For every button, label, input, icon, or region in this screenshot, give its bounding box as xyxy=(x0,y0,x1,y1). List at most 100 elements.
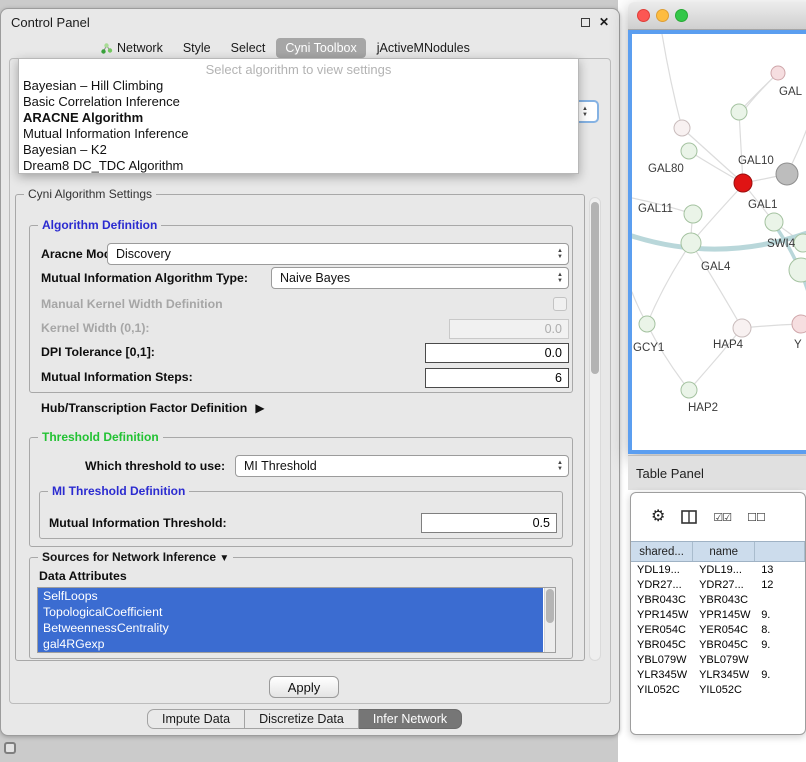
zoom-traffic-light-icon[interactable] xyxy=(675,9,688,22)
cp-tab-bar: Network Style SelectCyni ToolboxjActiveMNo… xyxy=(91,37,479,59)
tab-label: Style xyxy=(183,38,211,58)
control-panel-titlebar: Control Panel ✕ xyxy=(1,9,619,35)
apply-button[interactable]: Apply xyxy=(269,676,339,698)
table-cell: 9. xyxy=(755,639,805,651)
graph-node[interactable] xyxy=(771,66,785,80)
select-all-icon[interactable]: ☑☑ xyxy=(713,511,731,524)
graph-node[interactable] xyxy=(639,316,655,332)
table-cell: YBL079W xyxy=(631,654,693,666)
tab-infer-network[interactable]: Infer Network xyxy=(359,709,462,729)
table-cell: 9. xyxy=(755,669,805,681)
column-header[interactable] xyxy=(755,542,805,561)
algorithm-option[interactable]: Bayesian – K2 xyxy=(19,142,578,158)
aracne-mode-value: Discovery xyxy=(116,247,171,261)
algorithm-option[interactable]: Bayesian – Hill Climbing xyxy=(19,78,578,94)
scrollbar-thumb[interactable] xyxy=(546,589,554,623)
mi-steps-input[interactable] xyxy=(425,368,569,388)
network-view-window: GALGAL80GAL10GAL11GAL1SWI4GAL4GCY1HAP4YH… xyxy=(628,2,806,454)
minimize-traffic-light-icon[interactable] xyxy=(656,9,669,22)
hub-section-label: Hub/Transcription Factor Definition xyxy=(41,401,247,415)
which-threshold-select[interactable]: MI Threshold ▲▼ xyxy=(235,455,569,477)
table-row[interactable]: YLR345WYLR345W9. xyxy=(631,667,805,682)
dropdown-items: Bayesian – Hill ClimbingBasic Correlatio… xyxy=(19,78,578,174)
column-header[interactable]: name xyxy=(693,542,755,561)
graph-node[interactable] xyxy=(792,315,806,333)
mi-threshold-legend: MI Threshold Definition xyxy=(48,484,189,498)
gear-icon[interactable]: ⚙ xyxy=(651,509,665,525)
table-cell: YDL19... xyxy=(631,564,693,576)
dropdown-placeholder: Select algorithm to view settings xyxy=(19,61,578,78)
cyni-settings-legend: Cyni Algorithm Settings xyxy=(24,187,156,201)
mi-threshold-label: Mutual Information Threshold: xyxy=(49,516,227,530)
algorithm-option[interactable]: Basic Correlation Inference xyxy=(19,94,578,110)
tab-jactivemnodules[interactable]: jActiveMNodules xyxy=(368,38,479,58)
table-row[interactable]: YPR145WYPR145W9. xyxy=(631,607,805,622)
attribute-list-item[interactable]: BetweennessCentrality xyxy=(38,620,543,636)
graph-node[interactable] xyxy=(674,120,690,136)
tab-select[interactable]: Select xyxy=(222,38,275,58)
graph-node[interactable] xyxy=(734,174,752,192)
table-cell: YER054C xyxy=(693,624,755,636)
attribute-list-item[interactable]: SelfLoops xyxy=(38,588,543,604)
table-cell: YDL19... xyxy=(693,564,755,576)
graph-edge xyxy=(662,34,682,128)
graph-node[interactable] xyxy=(684,205,702,223)
graph-edge xyxy=(647,324,689,390)
algorithm-definition-legend: Algorithm Definition xyxy=(38,218,161,232)
column-header[interactable]: shared... xyxy=(631,542,693,561)
dpi-tolerance-input[interactable] xyxy=(425,343,569,363)
node-label: GAL10 xyxy=(738,155,774,167)
graph-node[interactable] xyxy=(731,104,747,120)
mi-threshold-input[interactable] xyxy=(421,513,557,533)
table-row[interactable]: YIL052CYIL052C xyxy=(631,682,805,697)
which-threshold-value: MI Threshold xyxy=(244,459,317,473)
kernel-width-input[interactable] xyxy=(449,319,569,339)
panel-title: Control Panel xyxy=(11,15,90,30)
deselect-all-icon[interactable]: ☐☐ xyxy=(747,511,765,524)
sources-legend[interactable]: Sources for Network Inference ▼ xyxy=(38,550,233,564)
graph-node[interactable] xyxy=(789,258,806,282)
algorithm-option[interactable]: ARACNE Algorithm xyxy=(19,110,578,126)
graph-node[interactable] xyxy=(765,213,783,231)
table-row[interactable]: YBL079WYBL079W xyxy=(631,652,805,667)
tab-cyni-toolbox[interactable]: Cyni Toolbox xyxy=(276,38,365,58)
manual-kernel-checkbox[interactable] xyxy=(553,297,567,311)
close-traffic-light-icon[interactable] xyxy=(637,9,650,22)
panel-toggle-icon[interactable] xyxy=(4,742,16,754)
network-canvas[interactable]: GALGAL80GAL10GAL11GAL1SWI4GAL4GCY1HAP4YH… xyxy=(628,30,806,454)
graph-node[interactable] xyxy=(681,382,697,398)
float-window-icon[interactable] xyxy=(581,18,590,27)
graph-node[interactable] xyxy=(733,319,751,337)
tab-discretize-data[interactable]: Discretize Data xyxy=(245,709,359,729)
window-buttons: ✕ xyxy=(581,16,609,28)
settings-scrollbar[interactable] xyxy=(589,197,601,661)
table-row[interactable]: YBR045CYBR045C9. xyxy=(631,637,805,652)
network-window-titlebar[interactable] xyxy=(628,2,806,30)
table-row[interactable]: YBR043CYBR043C xyxy=(631,592,805,607)
table-row[interactable]: YER054CYER054C8. xyxy=(631,622,805,637)
node-label: SWI4 xyxy=(767,238,796,250)
attribute-list[interactable]: SelfLoopsTopologicalCoefficientBetweenne… xyxy=(37,587,556,653)
tab-impute-data[interactable]: Impute Data xyxy=(147,709,245,729)
table-row[interactable]: YDL19...YDL19...13 xyxy=(631,562,805,577)
tab-style[interactable]: Style xyxy=(174,38,220,58)
mi-type-select[interactable]: Naive Bayes ▲▼ xyxy=(271,267,569,289)
aracne-mode-select[interactable]: Discovery ▲▼ xyxy=(107,243,569,265)
graph-node[interactable] xyxy=(681,233,701,253)
dpi-tolerance-label: DPI Tolerance [0,1]: xyxy=(41,345,155,359)
attribute-list-item[interactable]: TopologicalCoefficient xyxy=(38,604,543,620)
attribute-list-scrollbar[interactable] xyxy=(544,588,555,652)
table-row[interactable]: YDR27...YDR27...12 xyxy=(631,577,805,592)
close-icon[interactable]: ✕ xyxy=(599,16,609,28)
bottom-tab-bar: Impute DataDiscretize DataInfer Network xyxy=(147,709,462,729)
columns-icon[interactable] xyxy=(681,510,697,524)
graph-node[interactable] xyxy=(776,163,798,185)
hub-section-header[interactable]: Hub/Transcription Factor Definition ▶ xyxy=(41,401,265,415)
attribute-list-item[interactable]: gal4RGexp xyxy=(38,636,543,652)
graph-node[interactable] xyxy=(681,143,697,159)
tab-network[interactable]: Network xyxy=(91,38,172,58)
algorithm-option[interactable]: Mutual Information Inference xyxy=(19,126,578,142)
algorithm-option[interactable]: Dream8 DC_TDC Algorithm xyxy=(19,158,578,174)
scrollbar-thumb[interactable] xyxy=(591,202,599,374)
sources-legend-text: Sources for Network Inference xyxy=(42,550,216,564)
